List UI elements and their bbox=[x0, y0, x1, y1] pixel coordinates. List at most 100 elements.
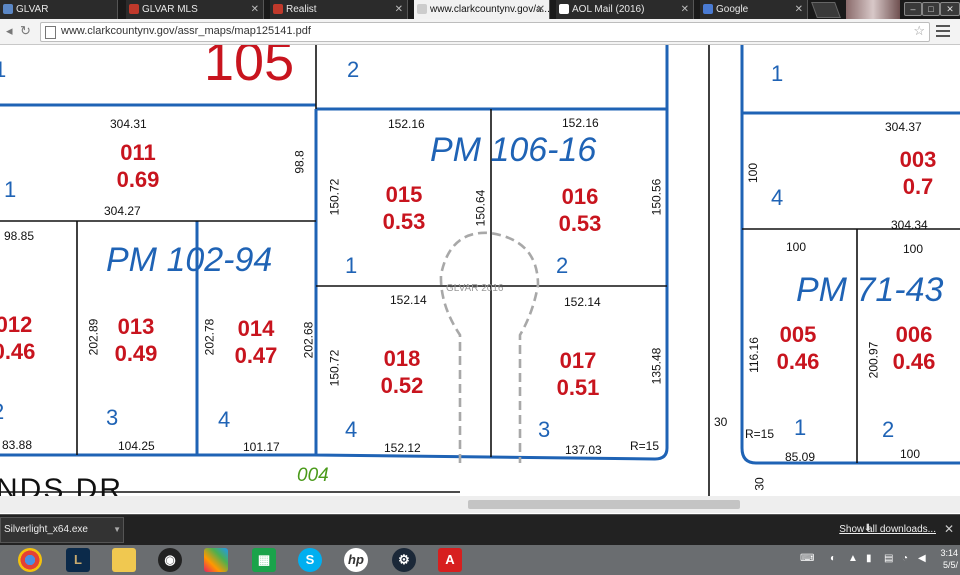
parcel-id: 016 bbox=[561, 184, 599, 209]
skype-icon[interactable]: S bbox=[298, 548, 322, 572]
book-number: 105 bbox=[204, 45, 295, 92]
plat-map-label: PM 102-94 bbox=[106, 241, 273, 279]
file-explorer-icon[interactable] bbox=[112, 548, 136, 572]
tab-label: GLVAR MLS bbox=[142, 4, 198, 15]
steam-icon[interactable]: ⚙ bbox=[392, 548, 416, 572]
dimension-label: 100 bbox=[746, 162, 761, 184]
parcel-014: 014 0.47 bbox=[226, 315, 286, 369]
show-all-downloads-link[interactable]: Show all downloads... bbox=[839, 524, 936, 535]
download-item[interactable]: Silverlight_x64.exe ▼ bbox=[0, 517, 124, 543]
dimension-label: 202.68 bbox=[301, 321, 316, 359]
clock[interactable]: 3:14 5/5/ bbox=[940, 547, 958, 571]
parcel-017: 017 0.51 bbox=[548, 347, 608, 401]
back-icon[interactable]: ◂ bbox=[6, 23, 13, 39]
new-tab-button[interactable] bbox=[811, 2, 841, 18]
dimension-label: 304.34 bbox=[891, 218, 928, 232]
lot-number: 4 bbox=[218, 407, 231, 432]
reload-icon[interactable]: ↻ bbox=[20, 23, 31, 39]
parcel-id: 017 bbox=[559, 348, 597, 373]
scrollbar-thumb[interactable] bbox=[468, 500, 740, 509]
lot-number: 2 bbox=[882, 417, 895, 442]
taskbar: L ◉ ▦ S hp ⚙ A ⌨ ◐ ▲ ▮ ▤ ◔ ◀ 3:14 5/5/ bbox=[0, 545, 960, 575]
parcel-acres: 0.53 bbox=[558, 211, 602, 236]
dimension-label: 202.89 bbox=[86, 318, 101, 356]
keyboard-icon[interactable]: ⌨ bbox=[800, 553, 814, 564]
dimension-label: 304.37 bbox=[885, 120, 922, 134]
store-icon[interactable]: ▦ bbox=[252, 548, 276, 572]
volume-icon[interactable]: ◀ bbox=[918, 553, 926, 564]
dimension-label: 116.16 bbox=[746, 337, 761, 373]
close-window-icon[interactable]: ✕ bbox=[940, 2, 960, 16]
close-downloads-icon[interactable]: ✕ bbox=[944, 522, 954, 536]
dimension-label: 202.78 bbox=[202, 318, 217, 356]
menu-icon[interactable] bbox=[936, 25, 950, 40]
close-tab-icon[interactable]: ✕ bbox=[681, 0, 689, 19]
tab-realist[interactable]: Realist ✕ bbox=[270, 0, 408, 19]
maximize-icon[interactable]: □ bbox=[922, 2, 940, 16]
minimize-icon[interactable]: – bbox=[904, 2, 922, 16]
tab-google[interactable]: Google ✕ bbox=[700, 0, 808, 19]
hp-icon[interactable]: hp bbox=[344, 548, 368, 572]
media-player-icon[interactable]: ◉ bbox=[158, 548, 182, 572]
horizontal-scrollbar[interactable] bbox=[0, 496, 960, 513]
dimension-label: 152.12 bbox=[384, 441, 421, 455]
league-icon[interactable]: L bbox=[66, 548, 90, 572]
lot-number: 4 bbox=[345, 417, 358, 442]
dimension-label: 100 bbox=[903, 242, 924, 256]
profile-image bbox=[846, 0, 900, 19]
close-tab-icon[interactable]: ✕ bbox=[395, 0, 403, 19]
tab-strip: GLVAR GLVAR MLS ✕ Realist ✕ www.clarkcou… bbox=[0, 0, 960, 19]
dimension-label: 200.97 bbox=[866, 341, 881, 379]
chrome-icon[interactable] bbox=[18, 548, 42, 572]
parcel-016: 016 0.53 bbox=[550, 183, 610, 237]
parcel-005: 005 0.46 bbox=[768, 321, 828, 375]
tab-label: AOL Mail (2016) bbox=[572, 4, 645, 15]
wifi-icon[interactable]: ◔ bbox=[902, 553, 908, 564]
parcel-acres: 0.46 bbox=[776, 349, 820, 374]
address-bar[interactable]: www.clarkcountynv.gov/assr_maps/map12514… bbox=[40, 22, 930, 42]
close-tab-icon[interactable]: ✕ bbox=[795, 0, 803, 19]
parcel-011: 011 0.69 bbox=[108, 139, 168, 193]
parcel-id: 011 bbox=[120, 140, 156, 165]
tray-icon[interactable]: ◐ bbox=[830, 553, 836, 564]
close-tab-icon[interactable]: ✕ bbox=[537, 0, 545, 19]
chevron-down-icon[interactable]: ▼ bbox=[113, 518, 121, 542]
tray-icon[interactable]: ▲ bbox=[848, 553, 858, 564]
parcel-id: 012 bbox=[0, 312, 33, 337]
parcel-012: 0120.46 bbox=[0, 311, 44, 365]
battery-icon[interactable]: ▮ bbox=[866, 553, 872, 564]
dimension-label: R=15 bbox=[745, 427, 775, 441]
dimension-label: 85.09 bbox=[785, 450, 816, 464]
dimension-label: 150.72 bbox=[327, 178, 342, 216]
dimension-label: 304.27 bbox=[104, 204, 141, 218]
lot-number: 1 bbox=[794, 415, 807, 440]
network-icon[interactable]: ▤ bbox=[884, 553, 893, 564]
parcel-acres: 0.46 bbox=[0, 339, 36, 364]
lot-number: 3 bbox=[106, 405, 119, 430]
tab-clarkcounty[interactable]: www.clarkcountynv.gov/a... ✕ bbox=[414, 0, 550, 19]
url-text: www.clarkcountynv.gov/assr_maps/map12514… bbox=[61, 25, 311, 37]
dimension-label: 152.14 bbox=[390, 293, 427, 307]
parcel-id: 014 bbox=[237, 316, 275, 341]
dimension-label: 150.72 bbox=[327, 349, 342, 387]
tab-glvar-mls[interactable]: GLVAR MLS ✕ bbox=[126, 0, 264, 19]
tab-glvar[interactable]: GLVAR bbox=[0, 0, 118, 19]
parcel-id: 003 bbox=[899, 147, 937, 172]
dimension-label: 30 bbox=[752, 477, 767, 491]
close-tab-icon[interactable]: ✕ bbox=[251, 0, 259, 19]
tab-label: GLVAR bbox=[16, 4, 49, 15]
tab-aol-mail[interactable]: AOL Mail (2016) ✕ bbox=[556, 0, 694, 19]
pdf-viewer[interactable]: 105 PM 106-16 PM 102-94 PM 71-43 011 0.69… bbox=[0, 45, 960, 515]
parcel-acres: 0.53 bbox=[382, 209, 426, 234]
lot-number: 1 bbox=[771, 61, 784, 86]
dimension-label: 150.56 bbox=[649, 178, 664, 216]
lot-number: 4 bbox=[771, 185, 784, 210]
street-code: 004 bbox=[297, 465, 329, 486]
bookmark-star-icon[interactable]: ☆ bbox=[913, 23, 925, 39]
parcel-015: 015 0.53 bbox=[374, 181, 434, 235]
acrobat-icon[interactable]: A bbox=[438, 548, 462, 572]
lot-number: 1 bbox=[4, 177, 17, 202]
dimension-label: 98.85 bbox=[4, 229, 35, 243]
photos-icon[interactable] bbox=[204, 548, 228, 572]
lot-number: 2 bbox=[0, 399, 4, 425]
